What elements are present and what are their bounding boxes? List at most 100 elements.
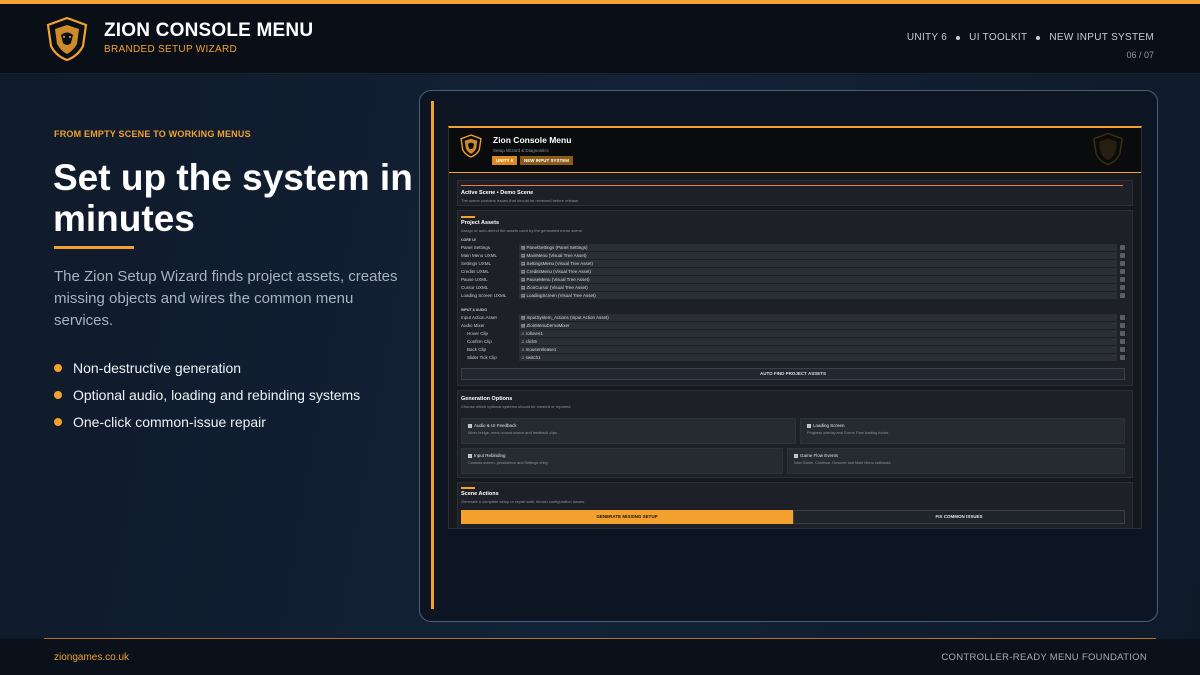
- object-picker-icon[interactable]: [1120, 253, 1125, 258]
- object-picker-icon[interactable]: [1120, 261, 1125, 266]
- asset-row: Panel Settings ▧ PanelSettings (Panel Set…: [461, 244, 1125, 251]
- section-title: Scene Actions: [461, 491, 499, 497]
- page-number: 06 / 07: [1126, 50, 1154, 60]
- object-picker-icon[interactable]: [1120, 323, 1125, 328]
- fix-common-issues-button[interactable]: FIX COMMON ISSUES: [793, 510, 1125, 524]
- option-title: Game Flow Events: [800, 453, 839, 458]
- headline: Set up the system in minutes: [53, 157, 413, 239]
- row-label: Panel Settings: [461, 245, 491, 250]
- option-audio-feedback[interactable]: Audio & UI Feedback Mixer bridge, menu s…: [461, 418, 796, 444]
- brand-title: ZION CONSOLE MENU: [104, 20, 314, 41]
- bullet-dot-icon: [54, 390, 62, 399]
- option-loading-screen[interactable]: Loading Screen Progress overlay and Scen…: [800, 418, 1125, 444]
- row-label: Confirm Clip: [467, 339, 492, 344]
- object-field[interactable]: ▧ PanelSettings (Panel Settings): [519, 244, 1117, 251]
- option-desc: Progress overlay and Scene Flow loading …: [807, 431, 890, 435]
- checkbox-checked-icon[interactable]: [807, 423, 811, 428]
- generate-missing-setup-button[interactable]: GENERATE MISSING SETUP: [461, 510, 793, 524]
- footer: ziongames.co.uk CONTROLLER-READY MENU FO…: [0, 639, 1200, 675]
- active-scene-panel: Active Scene • Demo Scene The scene cont…: [457, 180, 1133, 206]
- row-label: Audio Mixer: [461, 323, 485, 328]
- object-picker-icon[interactable]: [1120, 355, 1125, 360]
- section-subtitle: Generate a complete setup or repair safe…: [461, 499, 586, 504]
- description: The Zion Setup Wizard finds project asse…: [54, 268, 398, 329]
- asset-row: Main Menu UXML ▤ MainMenu (Visual Tree As…: [461, 252, 1125, 259]
- warning-line: [461, 185, 1123, 186]
- asset-row: Hover Clip ♫ rollover1: [461, 330, 1125, 337]
- asset-row: Settings UXML ▤ SettingsMenu (Visual Tree…: [461, 260, 1125, 267]
- headline-underline: [54, 246, 134, 249]
- object-picker-icon[interactable]: [1120, 315, 1125, 320]
- row-label: Slider Tick Clip: [467, 355, 497, 360]
- object-field[interactable]: ▤ ZionCursor (Visual Tree Asset): [519, 284, 1117, 291]
- object-picker-icon[interactable]: [1120, 347, 1125, 352]
- frame-accent-bar: [431, 101, 434, 609]
- object-field[interactable]: ♫ click5: [519, 338, 1117, 345]
- row-label: Loading Screen UXML: [461, 293, 507, 298]
- object-picker-icon[interactable]: [1120, 245, 1125, 250]
- tag-ui-toolkit: UI TOOLKIT: [969, 32, 1028, 43]
- object-picker-icon[interactable]: [1120, 269, 1125, 274]
- auto-find-assets-button[interactable]: AUTO FIND PROJECT ASSETS: [461, 368, 1125, 380]
- object-picker-icon[interactable]: [1120, 339, 1125, 344]
- object-field[interactable]: ▧ InputSystem_Actions (Input Action Asse…: [519, 314, 1117, 321]
- feature-list: Non-destructive generation Optional audi…: [54, 354, 360, 435]
- object-field[interactable]: ♫ switch1: [519, 354, 1117, 361]
- object-picker-icon[interactable]: [1120, 293, 1125, 298]
- scene-actions-panel: Scene Actions Generate a complete setup …: [457, 482, 1133, 528]
- object-field[interactable]: ▤ PauseMenu (Visual Tree Asset): [519, 276, 1117, 283]
- tag-input-system: NEW INPUT SYSTEM: [1049, 32, 1154, 43]
- lion-shield-logo-icon: [46, 16, 88, 62]
- object-field[interactable]: ▤ MainMenu (Visual Tree Asset): [519, 252, 1117, 259]
- list-item: One-click common-issue repair: [54, 408, 360, 435]
- option-title: Input Rebinding: [474, 453, 506, 458]
- checkbox-checked-icon[interactable]: [468, 423, 472, 428]
- row-label: Cursor UXML: [461, 285, 489, 290]
- checkbox-checked-icon[interactable]: [468, 453, 472, 458]
- object-field[interactable]: ♫ rollover1: [519, 330, 1117, 337]
- option-input-rebinding[interactable]: Input Rebinding Controls screen, persist…: [461, 448, 783, 474]
- object-field[interactable]: ▤ SettingsMenu (Visual Tree Asset): [519, 260, 1117, 267]
- asset-row: Pause UXML ▤ PauseMenu (Visual Tree Asset…: [461, 276, 1125, 283]
- header-divider: [449, 172, 1141, 173]
- header: ZION CONSOLE MENU BRANDED SETUP WIZARD U…: [0, 4, 1200, 74]
- asset-row: Audio Mixer ▧ ZionMenuDemoMixer: [461, 322, 1125, 329]
- lion-watermark-icon: [1093, 132, 1123, 166]
- asset-row: Cursor UXML ▤ ZionCursor (Visual Tree Ass…: [461, 284, 1125, 291]
- tech-tags: UNITY 6 UI TOOLKIT NEW INPUT SYSTEM: [907, 32, 1154, 43]
- option-game-flow-events[interactable]: Game Flow Events New Game, Continue, Res…: [787, 448, 1125, 474]
- list-item: Non-destructive generation: [54, 354, 360, 381]
- lion-shield-logo-icon: [460, 134, 482, 158]
- brand-subtitle: BRANDED SETUP WIZARD: [104, 44, 238, 55]
- website-link[interactable]: ziongames.co.uk: [54, 652, 129, 663]
- object-picker-icon[interactable]: [1120, 331, 1125, 336]
- pill-unity: UNITY 6: [492, 156, 518, 165]
- eyebrow: FROM EMPTY SCENE TO WORKING MENUS: [54, 129, 251, 139]
- pill-input-system: NEW INPUT SYSTEM: [520, 156, 574, 165]
- row-label: Input Action Asset: [461, 315, 497, 320]
- object-field[interactable]: ▤ LoadingScreen (Visual Tree Asset): [519, 292, 1117, 299]
- object-picker-icon[interactable]: [1120, 277, 1125, 282]
- wizard-title: Zion Console Menu: [493, 135, 572, 145]
- setup-wizard-window: Zion Console Menu Setup Wizard & Diagnos…: [448, 126, 1142, 529]
- list-item: Optional audio, loading and rebinding sy…: [54, 381, 360, 408]
- asset-row: Loading Screen UXML ▤ LoadingScreen (Visu…: [461, 292, 1125, 299]
- row-label: Hover Clip: [467, 331, 489, 336]
- asset-row: Back Clip ♫ mouserelease1: [461, 346, 1125, 353]
- object-field[interactable]: ▤ CreditsMenu (Visual Tree Asset): [519, 268, 1117, 275]
- section-title: Generation Options: [461, 396, 513, 402]
- object-field[interactable]: ♫ mouserelease1: [519, 346, 1117, 353]
- object-picker-icon[interactable]: [1120, 285, 1125, 290]
- separator-dot-icon: [956, 35, 961, 40]
- checkbox-checked-icon[interactable]: [794, 453, 798, 458]
- section-accent: [461, 487, 475, 489]
- asset-row: Input Action Asset ▧ InputSystem_Actions …: [461, 314, 1125, 321]
- bullet-text: One-click common-issue repair: [73, 413, 266, 430]
- object-field[interactable]: ▧ ZionMenuDemoMixer: [519, 322, 1117, 329]
- section-accent: [461, 216, 475, 218]
- option-title: Audio & UI Feedback: [474, 423, 517, 428]
- bullet-text: Non-destructive generation: [73, 359, 242, 376]
- input-audio-label: INPUT & AUDIO: [461, 308, 488, 312]
- slide-body: FROM EMPTY SCENE TO WORKING MENUS Set up…: [0, 75, 1200, 638]
- separator-dot-icon: [1036, 35, 1041, 40]
